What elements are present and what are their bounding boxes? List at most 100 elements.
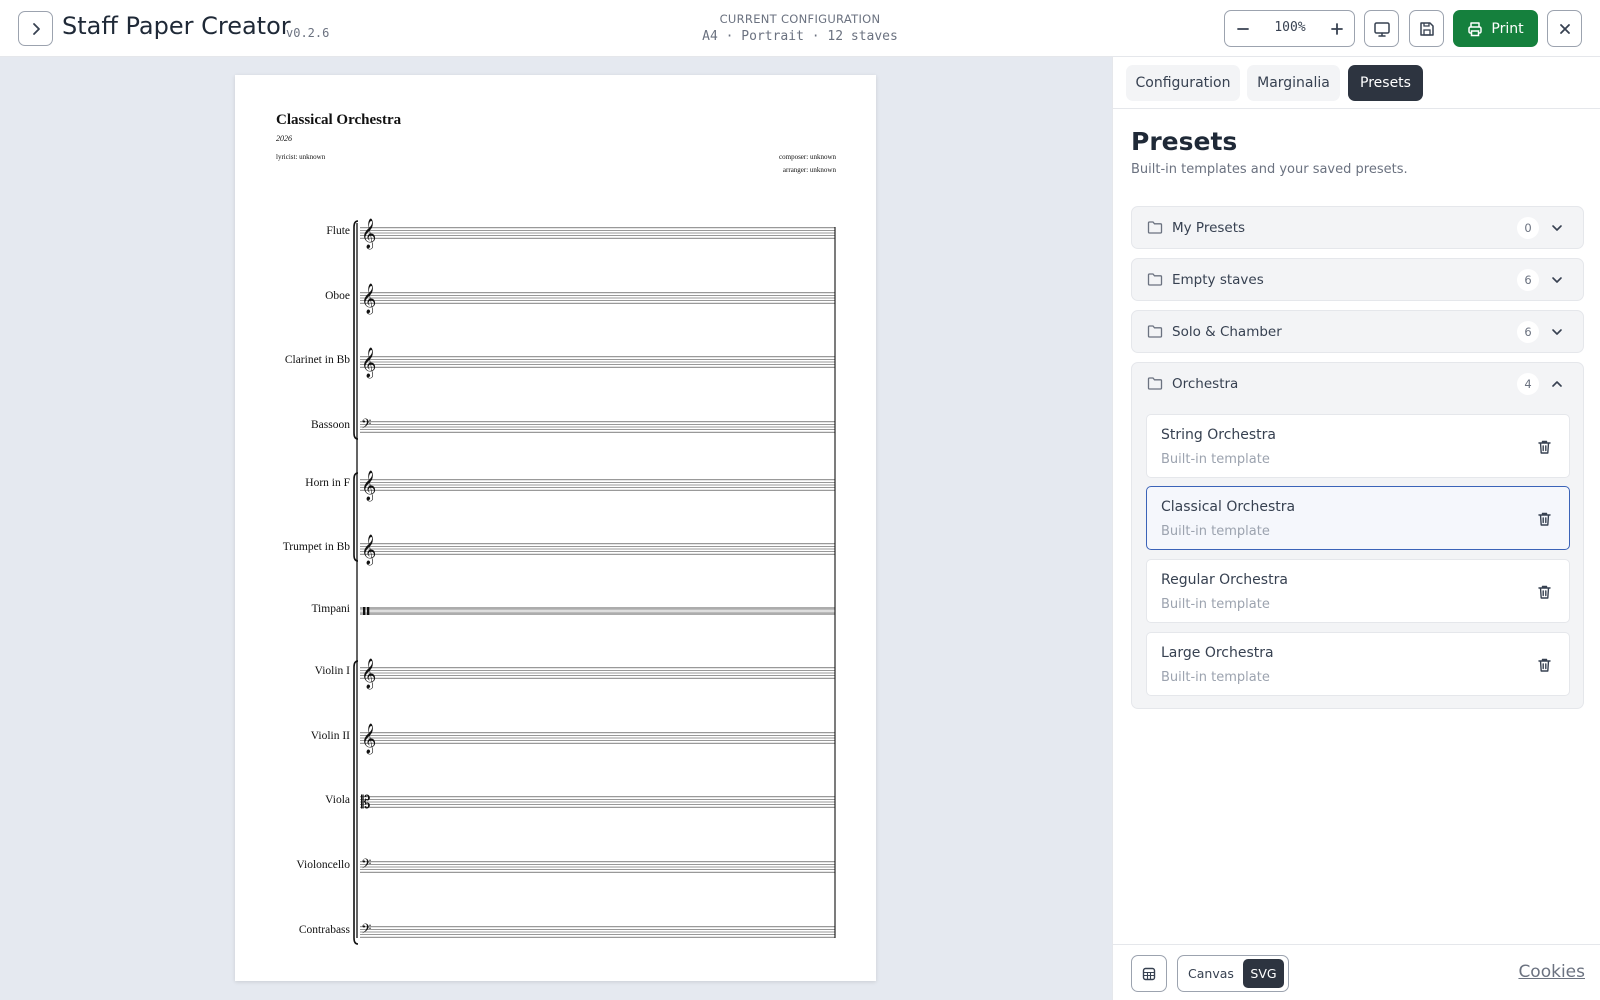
preset-item-classical-orchestra[interactable]: Classical Orchestra Built-in template [1146,486,1570,550]
bass-clef-icon: 𝄢 [361,416,371,435]
chevron-down-icon [1552,277,1562,283]
ruler-icon [1142,967,1156,980]
close-button[interactable] [1547,10,1582,47]
print-button[interactable]: Print [1453,10,1538,47]
treble-clef-icon: 𝄞 [361,218,376,250]
config-label: CURRENT CONFIGURATION [719,12,881,26]
preset-name: Large Orchestra [1161,645,1274,661]
group-label: My Presets [1172,220,1246,236]
instrument-label: Violin II [310,730,350,742]
group-count-badge: 4 [1517,373,1539,395]
app-header: Staff Paper Creator v0.2.6 CURRENT CONFI… [0,0,1600,57]
instrument-label: Horn in F [305,477,350,489]
chevron-down-icon [1552,329,1562,335]
panel-title: Presets [1131,127,1238,156]
config-value: A4 · Portrait · 12 staves [702,29,898,44]
chevron-down-icon [1552,225,1562,231]
preset-item-regular-orchestra[interactable]: Regular Orchestra Built-in template [1146,559,1570,623]
trash-icon [1537,658,1551,672]
score-lyricist: lyricist: unknown [276,153,326,161]
presets-panel: Configuration Marginalia Presets Presets… [1112,57,1600,1000]
delete-preset-button[interactable] [1535,509,1553,529]
instrument-label: Violoncello [296,859,350,871]
tabs-divider [1113,108,1600,109]
treble-clef-icon: 𝄞 [361,283,376,315]
folder-icon [1147,221,1163,234]
zoom-control: 100% [1224,10,1355,47]
chevron-right-icon [32,22,40,35]
percussion-clef-icon [363,607,366,615]
group-count-badge: 6 [1517,269,1539,291]
measure-tool-button[interactable] [1131,955,1167,992]
score-title: Classical Orchestra [276,112,402,128]
group-label: Empty staves [1172,272,1264,288]
tab-presets[interactable]: Presets [1348,65,1423,101]
score-year: 2026 [276,134,292,143]
engine-svg-option[interactable]: SVG [1243,959,1284,988]
preset-type: Built-in template [1161,524,1270,539]
instrument-label: Timpani [311,603,350,615]
folder-icon [1147,377,1163,390]
score-composer: composer: unknown [779,153,836,161]
orchestra-preset-list: String Orchestra Built-in template Class… [1131,404,1584,709]
render-engine-toggle: Canvas SVG [1177,955,1289,992]
folder-icon [1147,325,1163,338]
preset-type: Built-in template [1161,670,1270,685]
minus-icon [1237,27,1249,30]
instrument-label: Flute [326,225,350,237]
preset-group-empty-staves[interactable]: Empty staves 6 [1131,258,1584,301]
treble-clef-icon: 𝄞 [361,470,376,502]
preset-name: Classical Orchestra [1161,499,1296,515]
monitor-icon [1373,21,1390,37]
delete-preset-button[interactable] [1535,437,1553,457]
treble-clef-icon: 𝄞 [361,723,376,755]
treble-clef-icon: 𝄞 [361,658,376,690]
instrument-label: Clarinet in Bb [284,354,350,366]
cookies-link[interactable]: Cookies [1518,962,1585,982]
alto-clef-icon: 𝄡 [361,793,371,813]
panel-subtitle: Built-in templates and your saved preset… [1131,162,1408,177]
preview-canvas: 𝄞 𝄞 𝄞 𝄢 𝄞 𝄞 𝄞 𝄞 𝄡 𝄢 𝄢 Classical Orchestra 2026 lyr… [0,57,1112,1000]
tab-marginalia[interactable]: Marginalia [1247,65,1340,101]
percussion-clef-icon [367,607,370,615]
preset-group-my-presets[interactable]: My Presets 0 [1131,206,1584,249]
instrument-label: Trumpet in Bb [282,541,350,553]
save-icon [1419,21,1434,36]
save-preset-button[interactable] [1409,10,1444,47]
group-count-badge: 0 [1517,217,1539,239]
preset-item-large-orchestra[interactable]: Large Orchestra Built-in template [1146,632,1570,696]
plus-icon [1331,22,1343,35]
zoom-level: 100% [1274,20,1306,35]
trash-icon [1537,440,1551,454]
presentation-mode-button[interactable] [1364,10,1399,47]
preset-name: String Orchestra [1161,427,1277,443]
instrument-label: Viola [325,794,350,806]
close-icon [1559,23,1570,34]
trash-icon [1537,512,1551,526]
delete-preset-button[interactable] [1535,655,1553,675]
instrument-label: Bassoon [311,419,350,431]
group-label: Solo & Chamber [1172,324,1282,340]
trash-icon [1537,585,1551,599]
engine-canvas-option[interactable]: Canvas [1182,959,1240,988]
delete-preset-button[interactable] [1535,582,1553,602]
preset-type: Built-in template [1161,452,1270,467]
preset-type: Built-in template [1161,597,1270,612]
preset-name: Regular Orchestra [1161,572,1288,588]
group-count-badge: 6 [1517,321,1539,343]
folder-icon [1147,273,1163,286]
zoom-out-button[interactable] [1225,11,1261,46]
bass-clef-icon: 𝄢 [361,856,371,875]
toggle-sidebar-button[interactable] [18,11,53,46]
treble-clef-icon: 𝄞 [361,347,376,379]
preset-group-solo-chamber[interactable]: Solo & Chamber 6 [1131,310,1584,353]
tab-configuration[interactable]: Configuration [1126,65,1240,101]
score-page: 𝄞 𝄞 𝄞 𝄢 𝄞 𝄞 𝄞 𝄞 𝄡 𝄢 𝄢 Classical Orchestra 2026 lyr… [235,75,876,981]
app-version: v0.2.6 [286,26,330,40]
zoom-in-button[interactable] [1319,11,1355,46]
group-label: Orchestra [1172,376,1239,392]
panel-footer: Canvas SVG Cookies [1113,944,1600,1000]
preset-item-string-orchestra[interactable]: String Orchestra Built-in template [1146,414,1570,478]
printer-icon [1468,21,1483,36]
preset-group-orchestra[interactable]: Orchestra 4 [1131,362,1584,405]
